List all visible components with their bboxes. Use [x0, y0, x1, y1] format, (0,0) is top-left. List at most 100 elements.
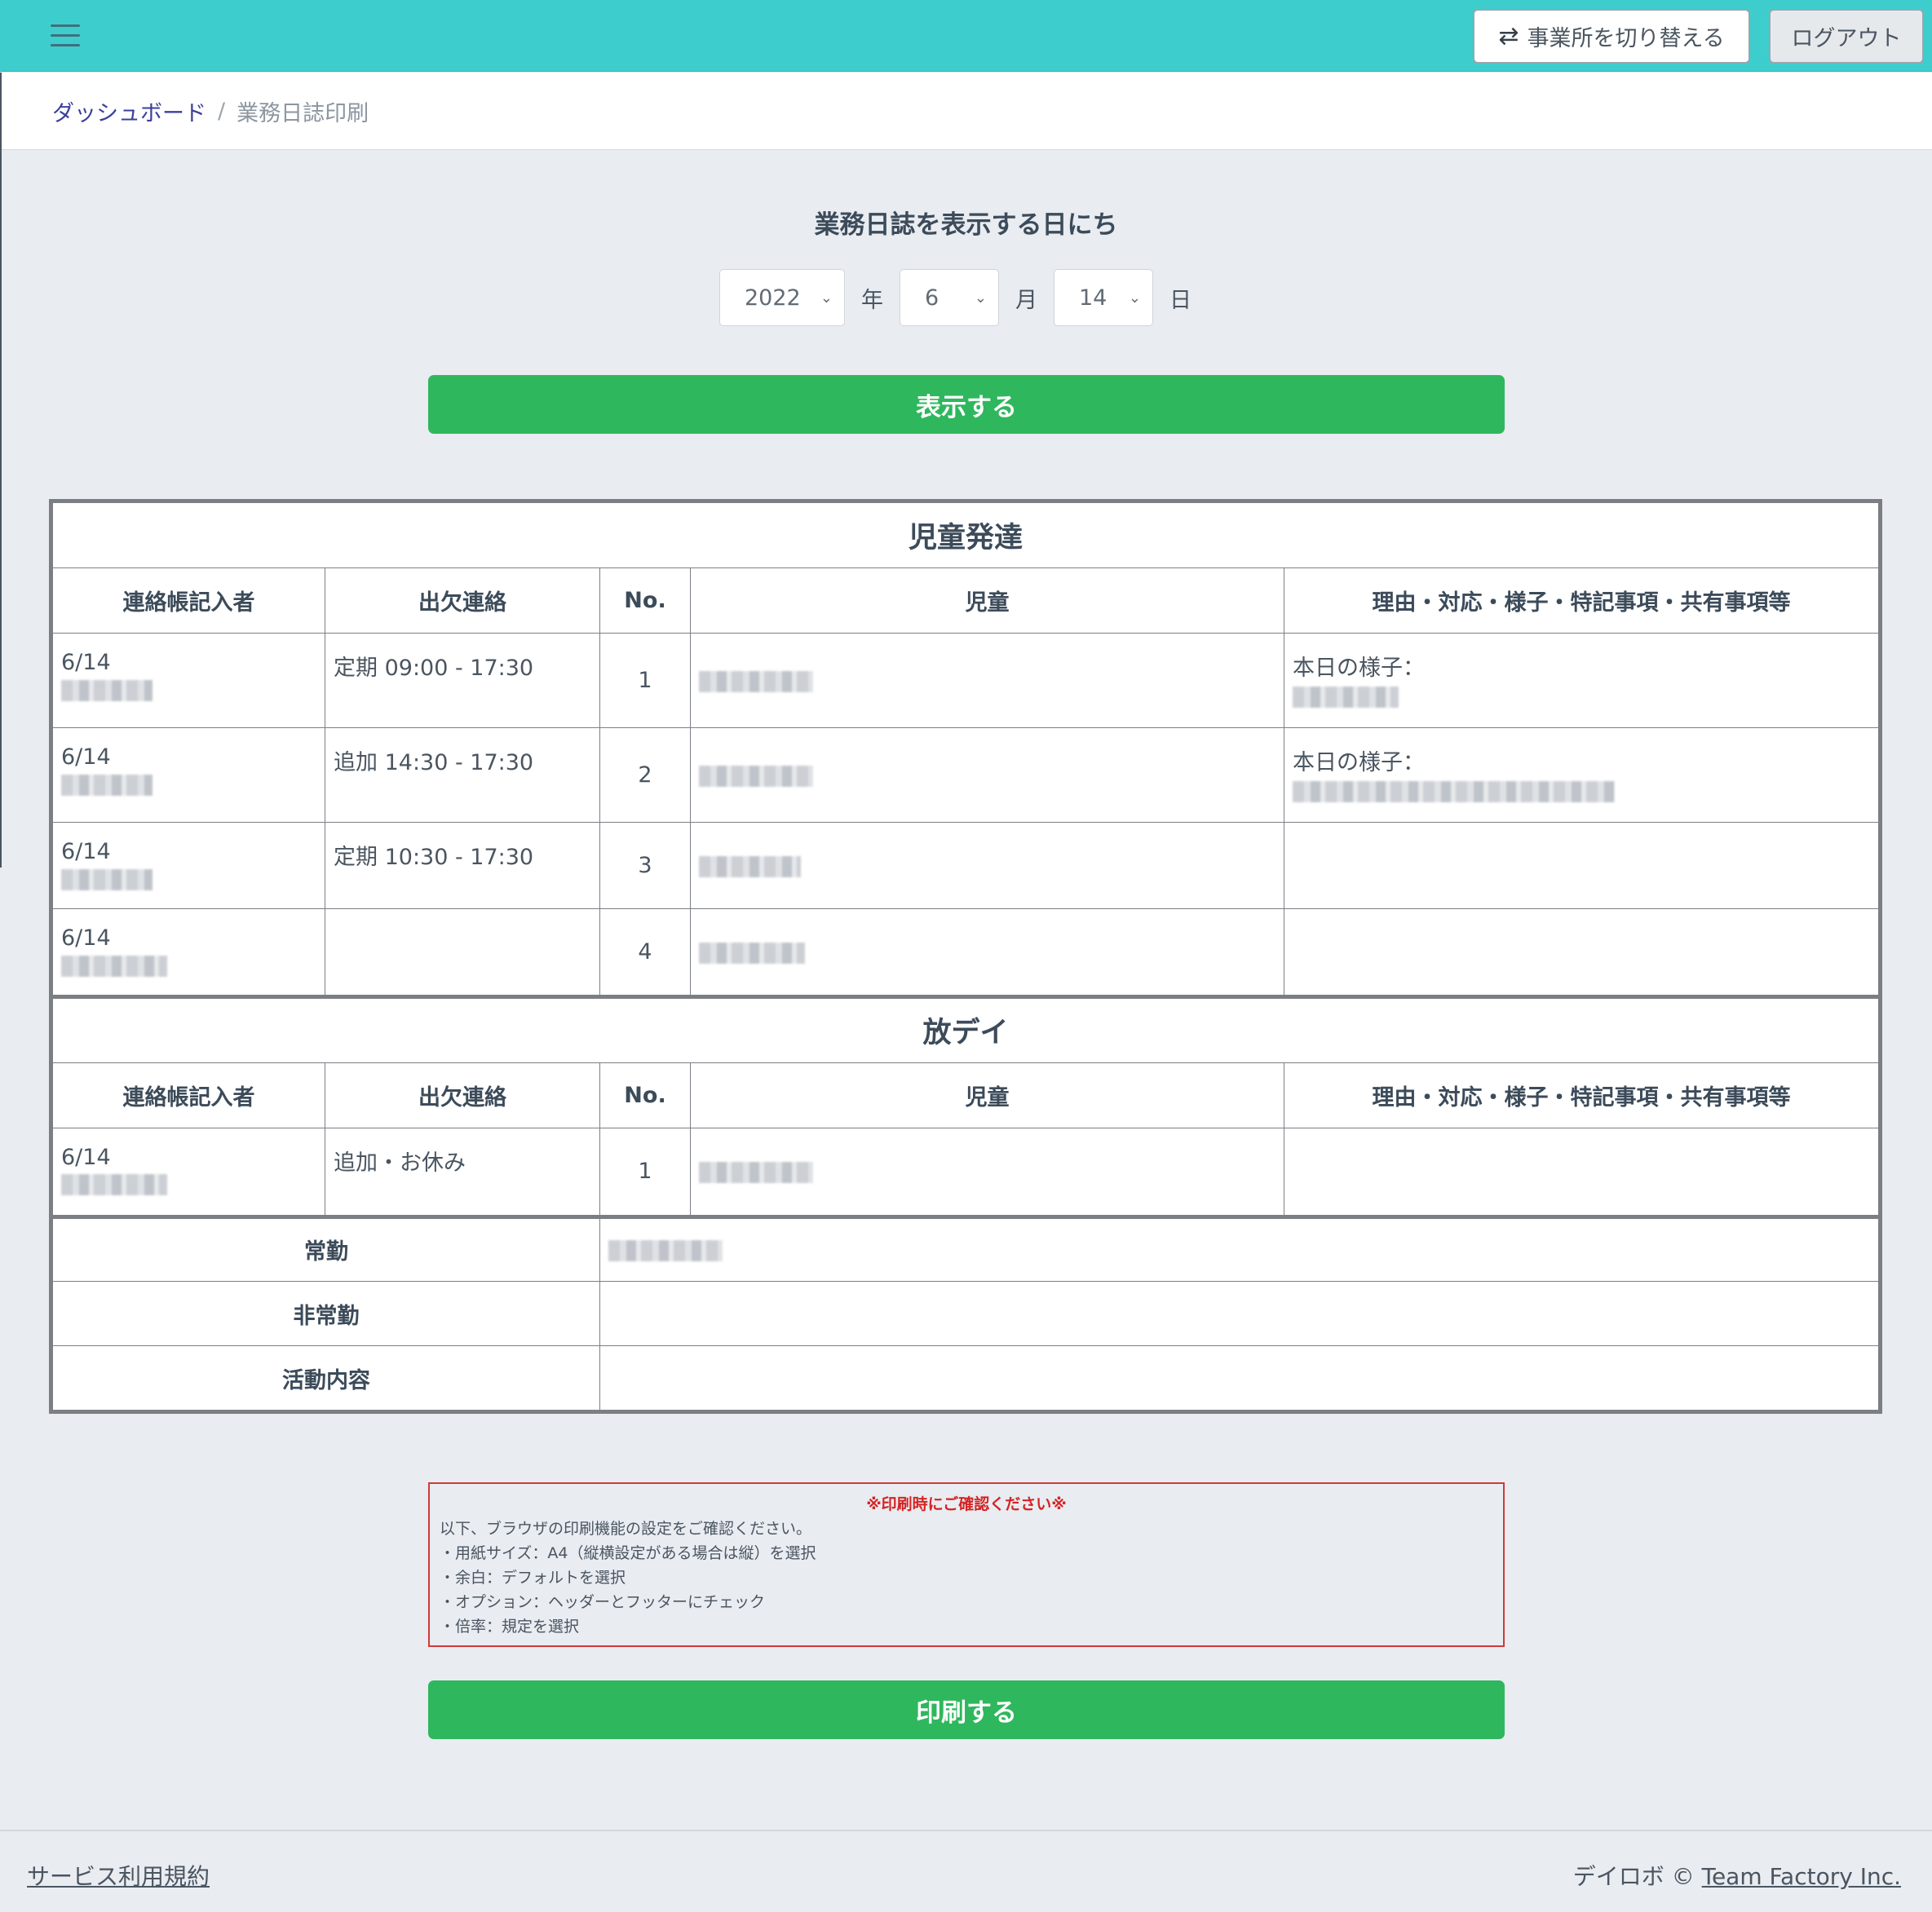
column-header: 理由・対応・様子・特記事項・共有事項等: [1284, 1062, 1879, 1128]
redacted-text: [1293, 686, 1399, 708]
menu-icon[interactable]: [51, 23, 83, 49]
notice-item: ・倍率：規定を選択: [440, 1618, 580, 1636]
table-row: 常勤: [52, 1217, 1879, 1282]
breadcrumb-current: 業務日誌印刷: [237, 101, 369, 126]
month-value: 6: [925, 285, 939, 311]
writer-cell: 6/14: [52, 822, 325, 909]
note-cell: 本日の様子：: [1284, 727, 1879, 823]
redacted-text: [1293, 780, 1615, 802]
section-child-development: 児童発達 連絡帳記入者 出欠連絡 No. 児童 理由・対応・様子・特記事項・共有…: [52, 502, 1879, 996]
column-header: No.: [599, 1062, 691, 1128]
redacted-name: [699, 942, 805, 964]
attendance-cell: 定期 09:00 - 17:30: [325, 633, 600, 728]
fulltime-value: [599, 1217, 1879, 1282]
activity-label: 活動内容: [52, 1345, 600, 1411]
child-cell: [690, 727, 1284, 823]
child-cell: [690, 908, 1284, 996]
writer-cell: 6/14: [52, 1127, 325, 1216]
table-row: 活動内容: [52, 1345, 1879, 1411]
breadcrumb: ダッシュボード / 業務日誌印刷: [52, 95, 369, 127]
attendance-cell: 追加 14:30 - 17:30: [325, 727, 600, 823]
writer-cell: 6/14: [52, 727, 325, 823]
redacted-name: [61, 955, 167, 977]
switch-office-button[interactable]: ⇄ 事業所を切り替える: [1473, 9, 1750, 64]
redacted-name: [699, 855, 801, 877]
notice-intro: 以下、ブラウザの印刷機能の設定をご確認ください。: [440, 1520, 812, 1538]
day-unit-label: 日: [1169, 287, 1191, 313]
breadcrumb-bar: ダッシュボード / 業務日誌印刷: [0, 73, 1932, 868]
attendance-cell: [325, 908, 600, 996]
section-title: 放デイ: [52, 996, 1879, 1063]
section-title: 児童発達: [52, 502, 1879, 568]
redacted-name: [699, 765, 813, 787]
redacted-name: [61, 1174, 167, 1195]
table-row: 6/14 4: [52, 908, 1879, 996]
child-cell: [690, 1127, 1284, 1216]
attendance-cell: 定期 10:30 - 17:30: [325, 822, 600, 909]
column-header: 児童: [690, 567, 1284, 634]
redacted-name: [61, 679, 153, 701]
date-picker-title: 業務日誌を表示する日にち: [814, 210, 1118, 240]
table-row: 6/14 定期 10:30 - 17:30 3: [52, 822, 1879, 909]
column-header: 連絡帳記入者: [52, 567, 325, 634]
column-header: 児童: [690, 1062, 1284, 1128]
company-link[interactable]: Team Factory Inc.: [1702, 1863, 1901, 1890]
note-cell: [1284, 1127, 1879, 1216]
column-header: 出欠連絡: [325, 1062, 600, 1128]
column-header: 連絡帳記入者: [52, 1062, 325, 1128]
table-row: 6/14 追加・お休み 1: [52, 1127, 1879, 1216]
column-header: No.: [599, 567, 691, 634]
number-cell: 4: [599, 908, 691, 996]
show-button[interactable]: 表示する: [428, 375, 1505, 434]
day-select[interactable]: 14 ⌄: [1054, 269, 1153, 326]
year-unit-label: 年: [861, 287, 883, 313]
fulltime-label: 常勤: [52, 1217, 600, 1282]
chevron-down-icon: ⌄: [820, 289, 833, 307]
notice-item: ・オプション：ヘッダーとフッターにチェック: [440, 1593, 766, 1611]
staff-section: 常勤 非常勤 活動内容: [52, 1215, 1879, 1411]
table-row: 非常勤: [52, 1281, 1879, 1346]
logout-button[interactable]: ログアウト: [1769, 9, 1924, 64]
note-cell: [1284, 908, 1879, 996]
attendance-cell: 追加・お休み: [325, 1127, 600, 1216]
terms-link[interactable]: サービス利用規約: [27, 1859, 210, 1892]
number-cell: 1: [599, 633, 691, 728]
child-cell: [690, 822, 1284, 909]
left-divider: [0, 73, 2, 868]
note-cell: [1284, 822, 1879, 909]
redacted-name: [61, 868, 153, 890]
month-select[interactable]: 6 ⌄: [900, 269, 999, 326]
notice-item: ・用紙サイズ：A4（縦横設定がある場合は縦）を選択: [440, 1544, 816, 1562]
redacted-name: [61, 774, 153, 796]
writer-cell: 6/14: [52, 908, 325, 996]
section-after-school: 放デイ 連絡帳記入者 出欠連絡 No. 児童 理由・対応・様子・特記事項・共有事…: [52, 996, 1879, 1216]
year-select[interactable]: 2022 ⌄: [719, 269, 845, 326]
parttime-value: [599, 1281, 1879, 1346]
breadcrumb-dashboard-link[interactable]: ダッシュボード: [52, 95, 206, 127]
day-value: 14: [1079, 285, 1107, 311]
notice-item: ・余白：デフォルトを選択: [440, 1569, 626, 1587]
number-cell: 3: [599, 822, 691, 909]
year-value: 2022: [745, 285, 801, 311]
table-row: 6/14 追加 14:30 - 17:30 2 本日の様子：: [52, 727, 1879, 823]
activity-value: [599, 1345, 1879, 1411]
number-cell: 1: [599, 1127, 691, 1216]
print-button[interactable]: 印刷する: [428, 1680, 1505, 1739]
chevron-down-icon: ⌄: [974, 289, 987, 307]
breadcrumb-separator: /: [218, 99, 226, 124]
swap-arrows-icon: ⇄: [1498, 22, 1519, 51]
redacted-name: [608, 1239, 723, 1261]
top-header: ⇄ 事業所を切り替える ログアウト: [0, 0, 1932, 72]
notice-title: ※印刷時にご確認ください※: [866, 1495, 1067, 1513]
note-cell: 本日の様子：: [1284, 633, 1879, 728]
number-cell: 2: [599, 727, 691, 823]
child-cell: [690, 633, 1284, 728]
writer-cell: 6/14: [52, 633, 325, 728]
parttime-label: 非常勤: [52, 1281, 600, 1346]
page-footer: サービス利用規約 デイロボ © Team Factory Inc.: [0, 1830, 1932, 1912]
copyright: デイロボ © Team Factory Inc.: [1573, 1859, 1901, 1892]
switch-office-label: 事業所を切り替える: [1527, 26, 1725, 51]
redacted-name: [699, 1161, 813, 1183]
table-row: 6/14 定期 09:00 - 17:30 1 本日の様子：: [52, 633, 1879, 728]
chevron-down-icon: ⌄: [1128, 289, 1141, 307]
